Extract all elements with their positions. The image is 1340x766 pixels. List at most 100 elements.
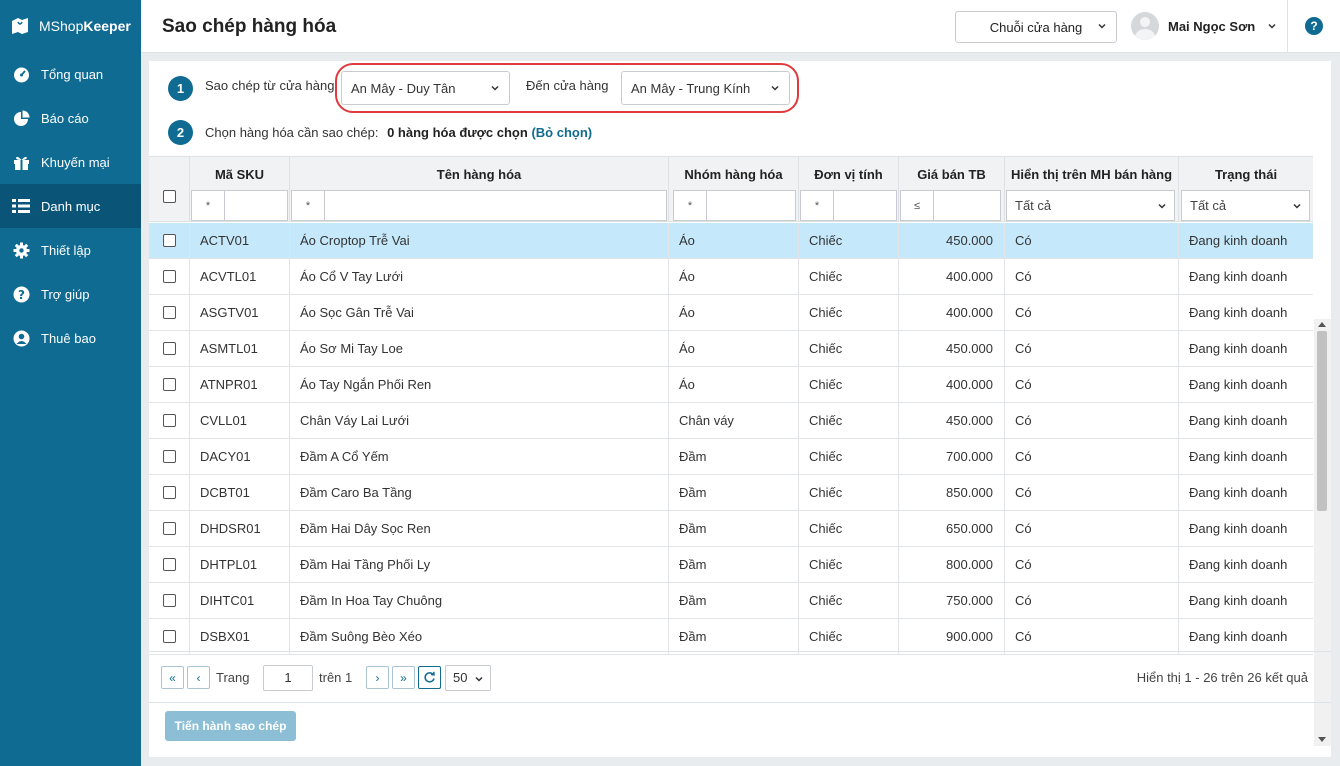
display-filter-select[interactable]: Tất cả [1006,190,1175,221]
table-row[interactable]: DHTPL01 Đầm Hai Tầng Phối Ly Đầm Chiếc 800.0… [149,547,1313,583]
help-icon[interactable]: ? [1305,17,1323,35]
column-product-name[interactable]: Tên hàng hóa * [290,157,669,222]
chevron-down-icon [1158,203,1166,209]
scrollbar-thumb[interactable] [1317,331,1327,511]
filter-operator[interactable]: * [292,191,325,220]
row-checkbox[interactable] [162,414,176,427]
group-filter-input[interactable]: * [673,190,796,221]
cell-status: Đang kinh doanh [1189,305,1288,320]
price-filter-input[interactable]: ≤ [900,190,1001,221]
cell-product-group: Đầm [669,511,799,546]
help-icon: ? [12,285,30,303]
sidebar: MShop Keeper Tổng quan Báo cáo Khuyến mại… [0,0,141,766]
filter-operator[interactable]: * [801,191,834,220]
cell-avg-price: 450.000 [899,403,1005,438]
store-chain-dropdown[interactable]: Chuỗi cửa hàng [955,11,1117,43]
table-row[interactable]: CVLL01 Chân Váy Lai Lưới Chân váy Chiếc 450.… [149,403,1313,439]
cell-product-group: Áo [669,295,799,330]
table-row[interactable]: ACTV01 Áo Croptop Trễ Vai Áo Chiếc 450.000 Có… [149,223,1313,259]
table-row[interactable]: ATNPR01 Áo Tay Ngắn Phối Ren Áo Chiếc 400.00… [149,367,1313,403]
cell-display-on-pos: Có [1005,223,1179,258]
cell-unit: Chiếc [799,511,899,546]
column-sku[interactable]: Mã SKU * [190,157,290,222]
row-checkbox-cell [149,547,190,582]
copy-products-panel: 1 Sao chép từ cửa hàng An Mây - Duy Tân … [149,61,1331,757]
row-checkbox[interactable] [162,342,176,355]
next-page-button[interactable]: › [366,666,389,689]
filter-operator[interactable]: * [674,191,707,220]
cell-display-on-pos: Có [1005,475,1179,510]
sidebar-item-help[interactable]: ? Trợ giúp [0,272,141,316]
cell-avg-price: 750.000 [899,583,1005,618]
row-checkbox[interactable] [162,234,176,247]
last-page-button[interactable]: » [392,666,415,689]
scroll-down-arrow[interactable] [1318,737,1326,742]
table-row[interactable]: DIHTC01 Đầm In Hoa Tay Chuông Đầm Chiếc 750.… [149,583,1313,619]
cell-sku: ACTV01 [190,223,290,258]
cell-product-name: Áo Sọc Gân Trễ Vai [290,295,669,330]
sidebar-item-label: Thuê bao [41,330,96,346]
row-checkbox[interactable] [162,450,176,463]
refresh-button[interactable] [418,666,441,689]
page-number-input[interactable]: 1 [263,665,313,691]
app-logo[interactable]: MShop Keeper [0,0,141,52]
cell-sku: ACVTL01 [190,259,290,294]
cell-product-name: Áo Cổ V Tay Lưới [290,259,669,294]
filter-operator[interactable]: ≤ [901,191,934,220]
gift-icon [12,153,30,171]
header-divider [1287,0,1288,53]
list-icon [12,197,30,215]
table-row[interactable]: ACVTL01 Áo Cổ V Tay Lưới Áo Chiếc 400.000 Có Đ… [149,259,1313,295]
unit-filter-input[interactable]: * [800,190,897,221]
sidebar-item-catalog[interactable]: Danh mục [0,184,141,228]
sidebar-item-label: Khuyến mại [41,154,110,170]
sidebar-item-overview[interactable]: Tổng quan [0,52,141,96]
filter-operator[interactable]: * [192,191,225,220]
scroll-up-arrow[interactable] [1318,322,1326,327]
deselect-link[interactable]: Bỏ chọn [536,125,588,140]
status-filter-select[interactable]: Tất cả [1181,190,1310,221]
step2-line: Chọn hàng hóa cần sao chép: 0 hàng hóa đ… [205,125,592,140]
row-checkbox[interactable] [162,486,176,499]
row-checkbox[interactable] [162,558,176,571]
sku-filter-input[interactable]: * [191,190,288,221]
column-avg-price[interactable]: Giá bán TB ≤ [899,157,1005,222]
cell-product-name: Đầm Caro Ba Tầng [290,475,669,510]
store-chain-label: Chuỗi cửa hàng [989,19,1083,35]
table-row[interactable]: DACY01 Đầm A Cổ Yếm Đầm Chiếc 700.000 Có Đang … [149,439,1313,475]
prev-page-button[interactable]: ‹ [187,666,210,689]
first-page-button[interactable]: « [161,666,184,689]
shopping-bag-icon [12,18,28,34]
start-copy-button[interactable]: Tiến hành sao chép [165,711,296,741]
sidebar-item-label: Trợ giúp [41,286,90,302]
column-unit[interactable]: Đơn vị tính * [799,157,899,222]
sidebar-item-settings[interactable]: Thiết lập [0,228,141,272]
user-menu[interactable]: Mai Ngọc Sơn [1131,12,1277,40]
cell-unit: Chiếc [799,223,899,258]
cell-sku: ATNPR01 [190,367,290,402]
sidebar-item-reports[interactable]: Báo cáo [0,96,141,140]
table-row[interactable]: DSBX01 Đầm Suông Bèo Xéo Đầm Chiếc 900.000 Có… [149,619,1313,655]
column-status[interactable]: Trạng thái Tất cả [1179,157,1313,222]
name-filter-input[interactable]: * [291,190,667,221]
sidebar-item-subscription[interactable]: Thuê bao [0,316,141,360]
row-checkbox[interactable] [162,378,176,391]
row-checkbox[interactable] [162,522,176,535]
table-row[interactable]: ASMTL01 Áo Sơ Mi Tay Loe Áo Chiếc 450.000 Có Đ… [149,331,1313,367]
column-product-group[interactable]: Nhóm hàng hóa * [669,157,799,222]
sidebar-item-promotions[interactable]: Khuyến mại [0,140,141,184]
table-row[interactable]: DHDSR01 Đầm Hai Dây Sọc Ren Đầm Chiếc 650.00… [149,511,1313,547]
row-checkbox[interactable] [162,270,176,283]
brand-bold: Keeper [83,18,131,34]
cell-product-name: Áo Tay Ngắn Phối Ren [290,367,669,402]
row-checkbox[interactable] [162,630,176,643]
page-size-select[interactable]: 50 [445,665,491,691]
top-header: Sao chép hàng hóa Chuỗi cửa hàng Mai Ngọ… [141,0,1340,53]
column-display-on-pos[interactable]: Hiển thị trên MH bán hàng Tất cả [1005,157,1179,222]
select-all-checkbox[interactable] [163,190,176,203]
table-row[interactable]: ASGTV01 Áo Sọc Gân Trễ Vai Áo Chiếc 400.000 C… [149,295,1313,331]
table-row[interactable]: DCBT01 Đầm Caro Ba Tầng Đầm Chiếc 850.000 Có Đ… [149,475,1313,511]
row-checkbox-cell [149,295,190,330]
row-checkbox[interactable] [162,306,176,319]
row-checkbox[interactable] [162,594,176,607]
